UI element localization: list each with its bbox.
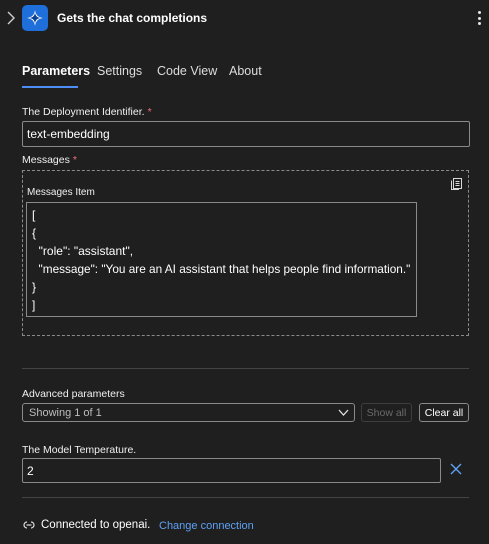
page-title: Gets the chat completions <box>57 11 208 25</box>
tab-settings[interactable]: Settings <box>97 64 142 78</box>
connection-icon <box>23 521 35 529</box>
messages-item-editor[interactable]: [ { "role": "assistant", "message": "You… <box>26 202 417 317</box>
advanced-select-value: Showing 1 of 1 <box>29 406 102 419</box>
temperature-label: The Model Temperature. <box>22 444 137 456</box>
copy-icon[interactable] <box>449 177 463 191</box>
more-vertical-icon[interactable] <box>473 9 485 27</box>
messages-item-label: Messages Item <box>27 187 95 198</box>
deployment-input[interactable]: text-embedding <box>22 121 470 147</box>
code-line: ] <box>32 298 36 312</box>
required-mark: * <box>72 154 77 166</box>
advanced-parameters-label: Advanced parameters <box>22 388 125 400</box>
tab-about[interactable]: About <box>229 64 262 78</box>
show-all-button[interactable]: Show all <box>361 403 412 422</box>
change-connection-link[interactable]: Change connection <box>159 520 254 532</box>
connection-status: Connected to openai. <box>41 519 151 531</box>
code-line: { <box>32 226 37 240</box>
code-line: [ <box>32 208 36 222</box>
advanced-parameters-select[interactable]: Showing 1 of 1 <box>22 403 355 422</box>
tab-parameters[interactable]: Parameters <box>22 64 90 78</box>
required-mark: * <box>147 106 152 118</box>
deployment-label: The Deployment Identifier. * <box>22 106 152 118</box>
chevron-right-icon[interactable] <box>5 11 17 25</box>
active-tab-indicator <box>22 86 78 88</box>
close-icon[interactable] <box>448 461 464 477</box>
deployment-value: text-embedding <box>27 127 110 141</box>
deployment-label-text: The Deployment Identifier. <box>22 106 145 118</box>
messages-label-text: Messages <box>22 154 70 166</box>
divider <box>22 368 469 369</box>
code-line: "message": "You are an AI assistant that… <box>32 262 411 276</box>
code-line: } <box>32 280 37 294</box>
code-line: "role": "assistant", <box>32 244 134 258</box>
tab-code-view[interactable]: Code View <box>157 64 217 78</box>
clear-all-button[interactable]: Clear all <box>419 403 469 422</box>
temperature-input[interactable]: 2 <box>22 458 441 483</box>
divider <box>22 497 469 498</box>
chevron-down-icon <box>338 409 349 416</box>
app-sparkle-icon <box>22 5 48 31</box>
temperature-value: 2 <box>27 463 34 478</box>
messages-label: Messages * <box>22 154 77 166</box>
